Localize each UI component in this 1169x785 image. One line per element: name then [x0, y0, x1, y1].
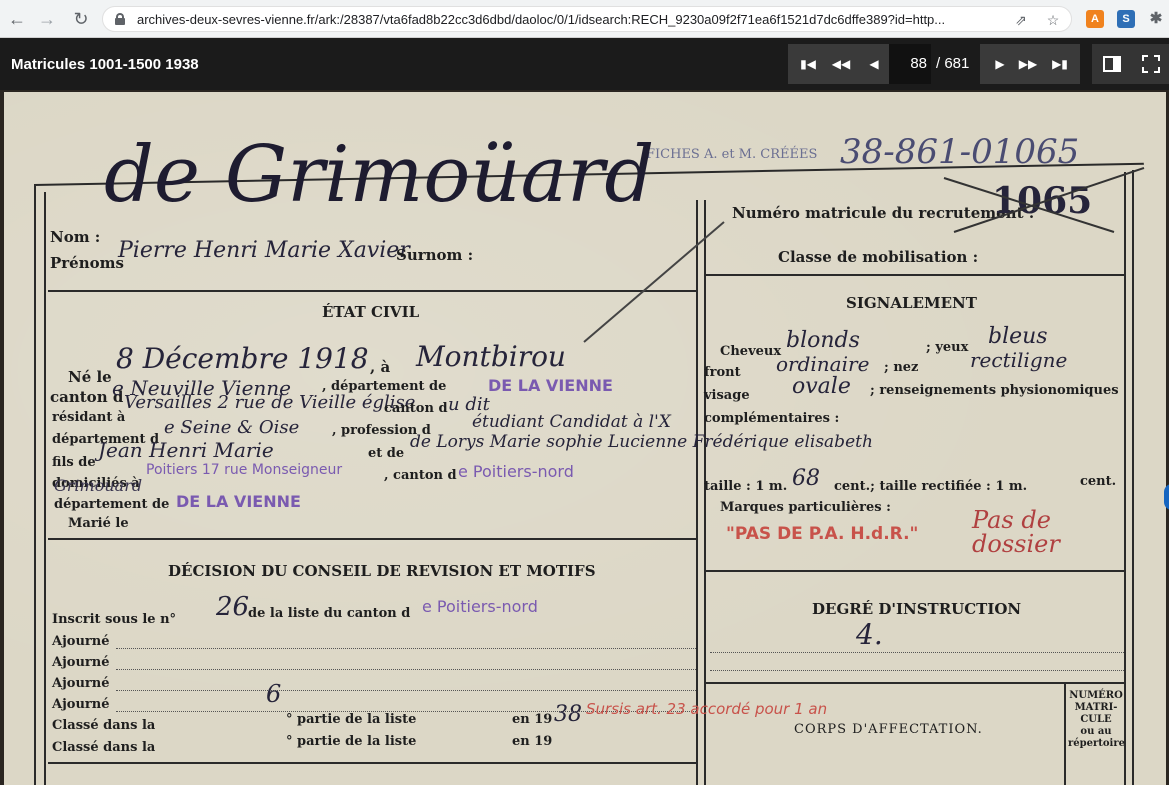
url-text[interactable]: archives-deux-sevres-vienne.fr/ark:/2838…: [137, 12, 1017, 27]
page-total: / 681: [936, 55, 970, 72]
extension-a-icon[interactable]: A: [1086, 10, 1104, 28]
previous-icon: ◀: [869, 57, 879, 71]
document-viewport[interactable]: FICHES A. et M. CRÉÉES 38-861-01065 de G…: [0, 90, 1169, 785]
document-title: Matricules 1001-1500 1938: [11, 56, 199, 73]
fast-rewind-icon: ◀◀: [831, 57, 851, 71]
fullscreen-icon: [1142, 55, 1160, 73]
browser-toolbar: ← → ↻ archives-deux-sevres-vienne.fr/ark…: [0, 0, 1169, 38]
extension-s-icon[interactable]: S: [1117, 10, 1135, 28]
side-tab-handle[interactable]: [1164, 484, 1169, 510]
register-page: FICHES A. et M. CRÉÉES 38-861-01065 de G…: [4, 92, 1169, 785]
next-icon: ▶: [995, 57, 1005, 71]
bookmark-star-icon[interactable]: ☆: [1043, 10, 1063, 30]
previous-page-button[interactable]: ◀: [854, 44, 894, 84]
fast-forward-icon: ▶▶: [1018, 57, 1038, 71]
forward-arrow-icon[interactable]: →: [36, 8, 58, 30]
layout-button[interactable]: [1092, 44, 1132, 84]
split-view-icon: [1103, 56, 1121, 72]
address-bar[interactable]: archives-deux-sevres-vienne.fr/ark:/2838…: [102, 6, 1072, 32]
strike-marks: [583, 167, 1145, 343]
lock-icon[interactable]: [115, 13, 125, 25]
extensions-puzzle-icon[interactable]: ✱: [1147, 10, 1165, 28]
page-number-input[interactable]: 88: [889, 44, 931, 84]
viewer-toolbar: Matricules 1001-1500 1938 ▮◀ ◀◀ ◀ 88 / 6…: [0, 38, 1169, 90]
share-icon[interactable]: ⇗: [1011, 10, 1031, 30]
last-page-button[interactable]: ▶▮: [1040, 44, 1080, 84]
reload-icon[interactable]: ↻: [70, 8, 92, 30]
fullscreen-button[interactable]: [1131, 44, 1169, 84]
last-page-icon: ▶▮: [1052, 57, 1068, 71]
first-page-icon: ▮◀: [800, 57, 816, 71]
back-arrow-icon[interactable]: ←: [6, 8, 28, 30]
